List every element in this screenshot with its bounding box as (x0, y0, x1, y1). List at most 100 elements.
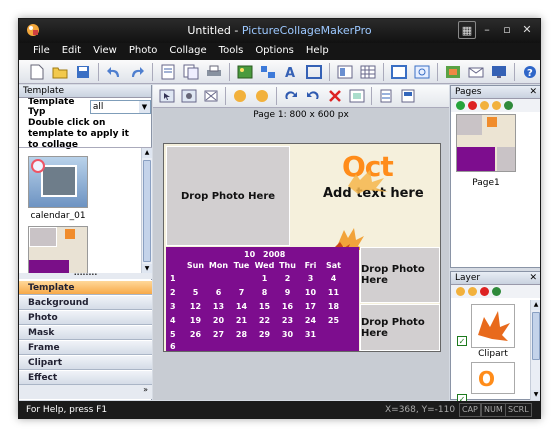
layer-thumbnail-1[interactable] (471, 304, 515, 348)
right-panels: Pages ✕ Page1 Layer ✕ ✓ Clipart O ✓ ▲ ▼ (450, 85, 540, 404)
status-num: NUM (481, 403, 506, 417)
new-file-icon[interactable] (27, 62, 47, 82)
menu-options[interactable]: Options (249, 43, 300, 60)
menu-collage[interactable]: Collage (163, 43, 212, 60)
menu-help[interactable]: Help (300, 43, 335, 60)
tab-frame[interactable]: Frame (19, 340, 152, 355)
wallpaper-icon[interactable] (489, 62, 509, 82)
tab-background[interactable]: Background (19, 295, 152, 310)
grid-icon[interactable] (358, 62, 378, 82)
left-tab-list: Template Background Photo Mask Frame Cli… (19, 280, 152, 399)
clear-tool-icon[interactable] (201, 86, 221, 106)
add-mask-icon[interactable] (258, 62, 278, 82)
properties-icon[interactable] (398, 86, 418, 106)
copy-page-icon[interactable] (181, 62, 201, 82)
tab-photo[interactable]: Photo (19, 310, 152, 325)
move-page-up-icon[interactable] (480, 101, 489, 110)
select-tool-icon[interactable] (157, 86, 177, 106)
layer-down-icon[interactable] (468, 287, 477, 296)
page-info: Page 1: 800 x 600 px (253, 110, 349, 120)
canvas-area[interactable]: Drop Photo Here Oct Add text here 10 200… (153, 123, 449, 400)
collage-page[interactable]: Drop Photo Here Oct Add text here 10 200… (163, 143, 441, 352)
scrollbar-thumb[interactable] (532, 312, 540, 360)
menu-photo[interactable]: Photo (123, 43, 164, 60)
undo-icon[interactable] (104, 62, 124, 82)
fit-page-icon[interactable] (389, 62, 409, 82)
calendar-block[interactable]: 10 2008 Sun Mon Tue Wed Thu Fri Sat 1 1 … (166, 247, 359, 351)
photo-placeholder-3[interactable]: Drop Photo Here (360, 304, 440, 351)
menu-view[interactable]: View (87, 43, 123, 60)
calendar-week-row: 3 12 13 14 15 16 17 18 (170, 302, 340, 311)
delete-layer-icon[interactable] (480, 287, 489, 296)
status-bar: For Help, press F1 X=368, Y=-110 CAP NUM… (19, 401, 540, 418)
save-icon[interactable] (73, 62, 93, 82)
status-help-text: For Help, press F1 (26, 405, 108, 415)
move-page-down-icon[interactable] (492, 101, 501, 110)
rotate-left-icon[interactable] (303, 86, 323, 106)
photo-placeholder-1[interactable]: Drop Photo Here (166, 146, 290, 246)
add-frame-icon[interactable] (304, 62, 324, 82)
title-bar: Untitled - PictureCollageMakerPro ▦ – ▫ … (19, 19, 540, 43)
layout-grid-icon[interactable]: ▦ (458, 21, 476, 39)
add-page-icon[interactable] (456, 101, 465, 110)
scrollbar-thumb[interactable] (143, 160, 151, 262)
photo-placeholder-2[interactable]: Drop Photo Here (360, 247, 440, 303)
scroll-up-icon[interactable]: ▲ (531, 300, 540, 310)
layout-icon[interactable] (335, 62, 355, 82)
layer-panel-header: Layer ✕ (451, 272, 540, 285)
delete-icon[interactable] (325, 86, 345, 106)
close-icon[interactable]: ✕ (529, 86, 537, 99)
more-tabs-button[interactable]: » (19, 385, 152, 399)
tab-template[interactable]: Template (19, 280, 152, 295)
tab-clipart[interactable]: Clipart (19, 355, 152, 370)
layer-list-scrollbar[interactable]: ▲ ▼ (530, 300, 540, 400)
export-image-icon[interactable] (443, 62, 463, 82)
email-icon[interactable] (466, 62, 486, 82)
maximize-button[interactable]: ▫ (498, 21, 516, 39)
minimize-button[interactable]: – (478, 21, 496, 39)
open-folder-icon[interactable] (50, 62, 70, 82)
scroll-up-icon[interactable]: ▲ (142, 148, 152, 158)
menu-file[interactable]: File (27, 43, 56, 60)
template-thumbnail-calendar-01[interactable] (28, 156, 88, 208)
refresh-pages-icon[interactable] (504, 101, 513, 110)
menu-edit[interactable]: Edit (56, 43, 87, 60)
bring-forward-icon[interactable] (230, 86, 250, 106)
delete-page-icon[interactable] (468, 101, 477, 110)
tab-mask[interactable]: Mask (19, 325, 152, 340)
align-icon[interactable] (376, 86, 396, 106)
calendar-week-row: 1 1 2 3 4 (170, 274, 337, 283)
rotate-right-icon[interactable] (281, 86, 301, 106)
edit-toolbar (153, 85, 449, 108)
redo-icon[interactable] (127, 62, 147, 82)
menu-tools[interactable]: Tools (213, 43, 250, 60)
resize-icon[interactable] (347, 86, 367, 106)
close-button[interactable]: ✕ (518, 21, 536, 39)
refresh-layers-icon[interactable] (492, 287, 501, 296)
pages-panel: Pages ✕ Page1 (450, 85, 540, 268)
layer-panel: Layer ✕ ✓ Clipart O ✓ ▲ ▼ (450, 271, 540, 404)
page-setup-icon[interactable] (158, 62, 178, 82)
crop-tool-icon[interactable] (179, 86, 199, 106)
template-list-scrollbar[interactable]: ▲ ▼ (141, 148, 152, 274)
close-icon[interactable]: ✕ (529, 272, 537, 285)
layer-visibility-checkbox-1[interactable]: ✓ (457, 336, 467, 346)
weekday-label: Thu (279, 261, 296, 270)
scroll-down-icon[interactable]: ▼ (531, 390, 540, 400)
print-icon[interactable] (204, 62, 224, 82)
help-icon[interactable]: ? (520, 62, 540, 82)
status-scrl: SCRL (505, 403, 532, 417)
panel-splitter[interactable]: •••••••• (19, 273, 152, 279)
status-coordinates: X=368, Y=-110 (385, 405, 456, 415)
zoom-icon[interactable] (412, 62, 432, 82)
add-photo-icon[interactable] (235, 62, 255, 82)
page-thumbnail-1[interactable] (456, 114, 516, 172)
add-text-icon[interactable]: A (281, 62, 301, 82)
weekday-label: Wed (254, 261, 275, 270)
layer-thumbnail-2[interactable]: O (471, 362, 515, 394)
layer-up-icon[interactable] (456, 287, 465, 296)
send-backward-icon[interactable] (252, 86, 272, 106)
tab-effect[interactable]: Effect (19, 370, 152, 385)
template-type-select[interactable]: all ▼ (89, 100, 151, 114)
template-thumbnail-2[interactable] (28, 226, 88, 277)
